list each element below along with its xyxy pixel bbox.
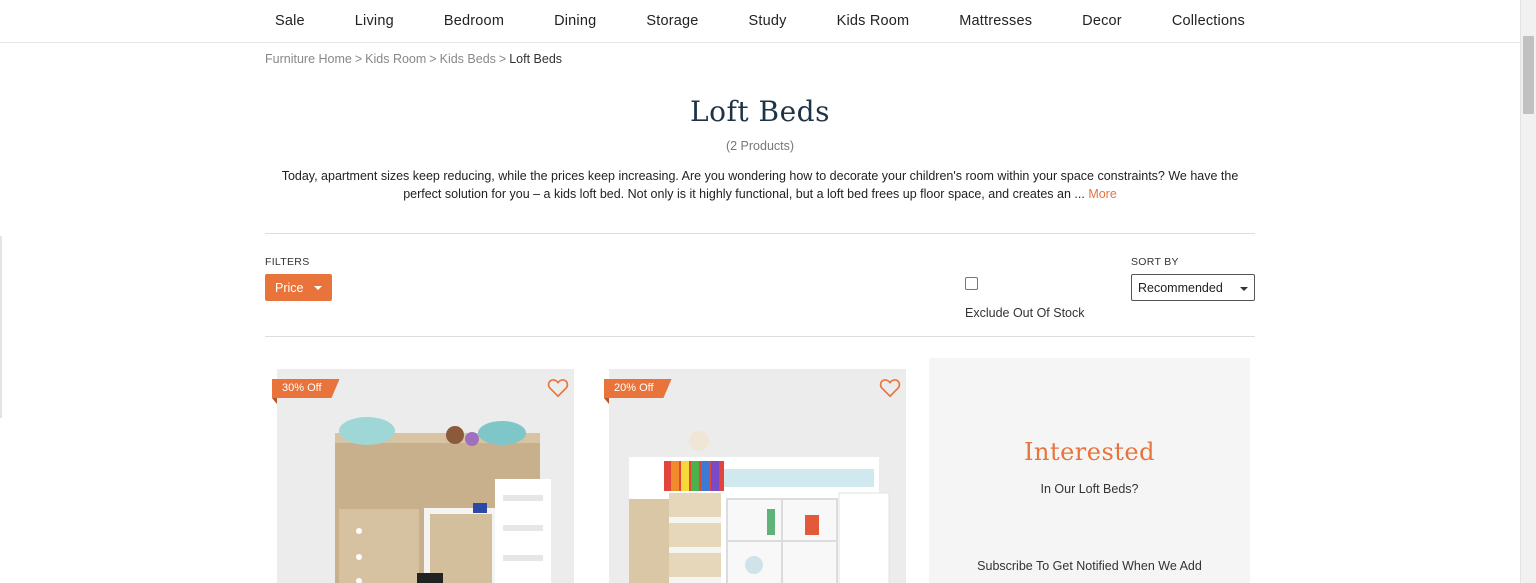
exclude-out-of-stock-checkbox[interactable] <box>965 277 978 290</box>
badge-fold <box>604 398 609 404</box>
filters-label: FILTERS <box>265 256 310 268</box>
sort-select[interactable]: Recommended <box>1131 274 1255 301</box>
breadcrumb-current: Loft Beds <box>509 52 563 66</box>
more-link[interactable]: More <box>1088 187 1116 201</box>
category-description: Today, apartment sizes keep reducing, wh… <box>265 167 1255 203</box>
nav-item-sale[interactable]: Sale <box>275 13 305 29</box>
product-card[interactable]: 20% Off <box>597 358 917 583</box>
product-image[interactable] <box>609 369 906 583</box>
sort-by-label: SORT BY <box>1131 256 1179 268</box>
nav-item-bedroom[interactable]: Bedroom <box>444 13 504 29</box>
price-filter-label: Price <box>275 280 304 295</box>
page-title: Loft Beds <box>690 95 830 128</box>
wishlist-heart-icon[interactable] <box>879 378 901 398</box>
product-image[interactable] <box>277 369 574 583</box>
discount-badge: 20% Off <box>604 379 672 398</box>
divider-bottom <box>265 336 1255 337</box>
nav-item-living[interactable]: Living <box>355 13 394 29</box>
nav-item-storage[interactable]: Storage <box>646 13 698 29</box>
product-card[interactable]: 30% Off <box>265 358 585 583</box>
scrollbar-thumb[interactable] <box>1523 36 1534 114</box>
loft-bed-illustration <box>609 369 906 583</box>
breadcrumb-furniture-home[interactable]: Furniture Home <box>265 52 352 66</box>
nav-item-dining[interactable]: Dining <box>554 13 596 29</box>
breadcrumb-kids-room[interactable]: Kids Room <box>365 52 426 66</box>
sort-selected-value: Recommended <box>1138 280 1223 295</box>
breadcrumb-separator: > <box>429 52 437 66</box>
subscribe-text: Subscribe To Get Notified When We Add <box>977 559 1202 573</box>
top-navigation: Sale Living Bedroom Dining Storage Study… <box>0 0 1520 43</box>
product-count: (2 Products) <box>725 139 795 153</box>
nav-item-collections[interactable]: Collections <box>1172 13 1245 29</box>
caret-down-icon <box>314 286 322 290</box>
price-filter-button[interactable]: Price <box>265 274 332 301</box>
nav-item-mattresses[interactable]: Mattresses <box>959 13 1032 29</box>
interested-panel: Interested In Our Loft Beds? Subscribe T… <box>929 358 1250 583</box>
nav-item-decor[interactable]: Decor <box>1082 13 1122 29</box>
discount-badge: 30% Off <box>272 379 340 398</box>
loft-bed-illustration <box>277 369 574 583</box>
breadcrumb: Furniture Home > Kids Room > Kids Beds > Loft … <box>265 52 562 66</box>
page-scrollbar[interactable] <box>1520 0 1536 583</box>
breadcrumb-separator: > <box>498 52 507 66</box>
breadcrumb-separator: > <box>354 52 363 66</box>
exclude-out-of-stock-label[interactable]: Exclude Out Of Stock <box>965 306 1085 320</box>
interested-title: Interested <box>1024 438 1155 466</box>
breadcrumb-kids-beds[interactable]: Kids Beds <box>440 52 496 66</box>
nav-item-kids-room[interactable]: Kids Room <box>837 13 910 29</box>
caret-down-icon <box>1240 287 1248 291</box>
divider-top <box>265 233 1255 234</box>
wishlist-heart-icon[interactable] <box>547 378 569 398</box>
interested-subtitle: In Our Loft Beds? <box>1040 482 1139 496</box>
left-edge-tab <box>0 236 2 418</box>
badge-fold <box>272 398 277 404</box>
nav-item-study[interactable]: Study <box>749 13 787 29</box>
